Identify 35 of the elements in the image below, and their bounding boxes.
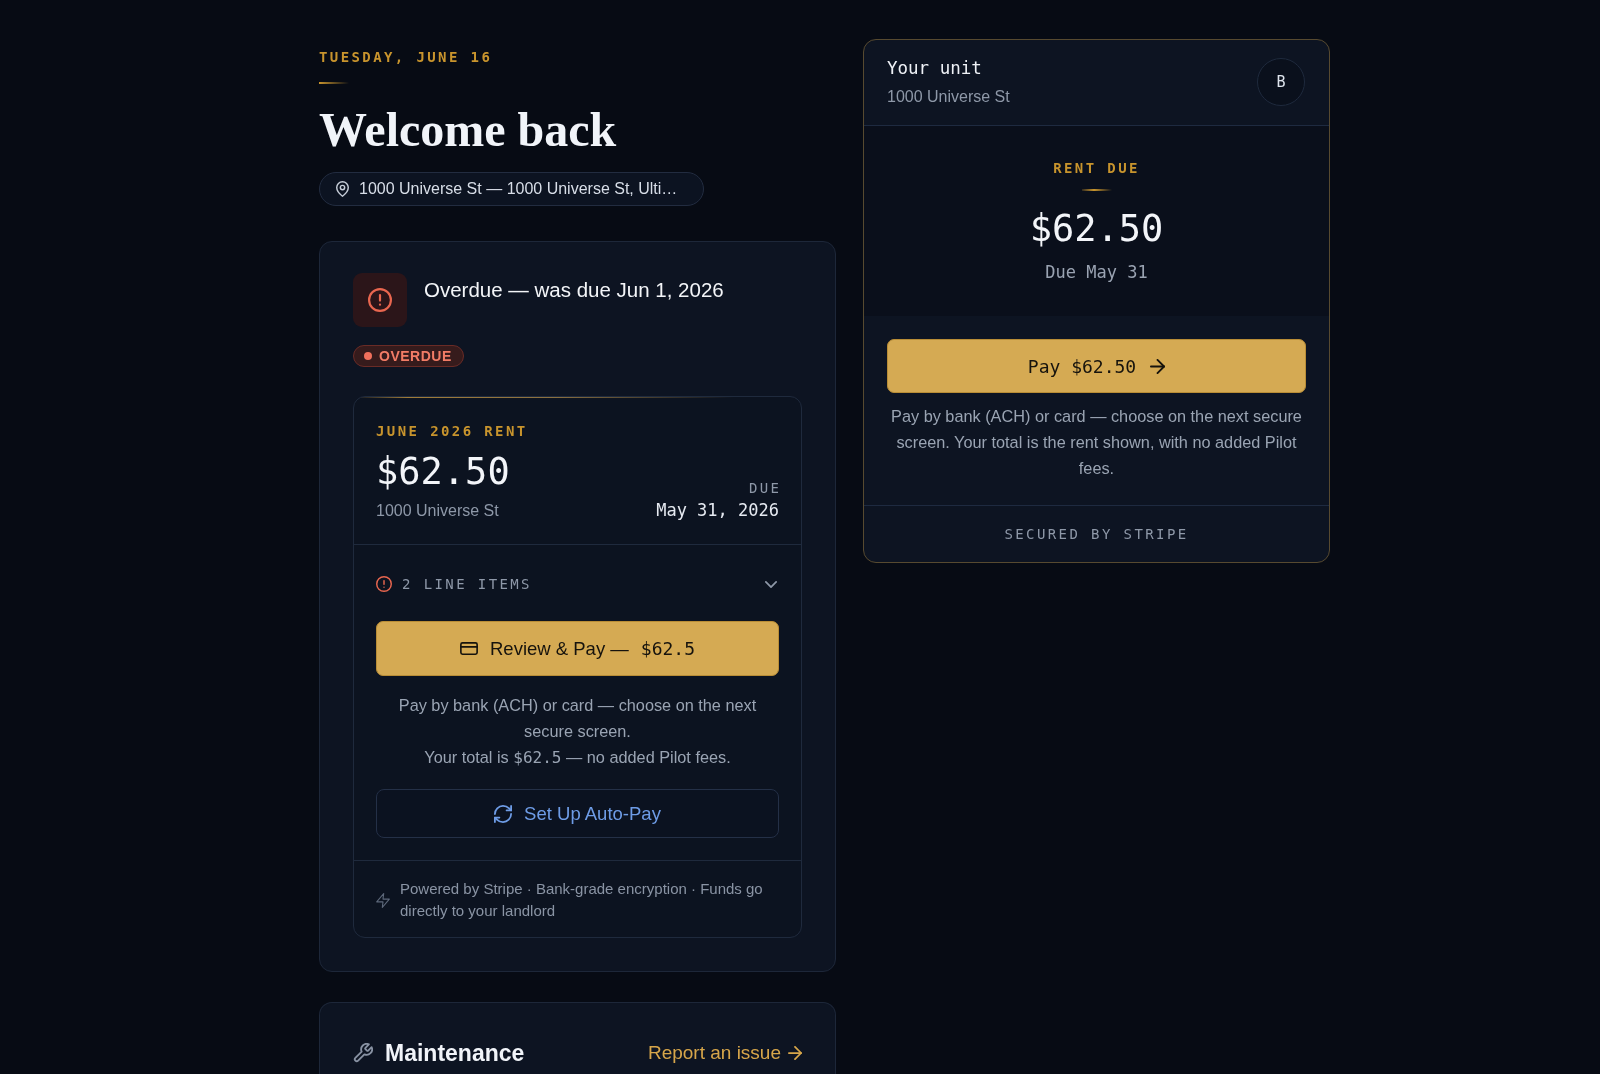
autopay-button[interactable]: Set Up Auto-Pay: [376, 789, 779, 838]
unit-title: Your unit: [887, 57, 983, 79]
payment-note: Pay by bank (ACH) or card — choose on the next secure screen. Your total is the rent shown, with no added Pilot fees.: [890, 406, 1303, 479]
section-title: Maintenance: [385, 1039, 525, 1067]
address-text: 1000 Universe St — 1000 Universe St, Ulti…: [359, 180, 678, 198]
location-pin-icon: [336, 181, 349, 197]
refresh-icon: [494, 804, 513, 823]
secured-label: SECURED BY STRIPE: [1004, 525, 1189, 543]
date-label: TUESDAY, JUNE 16: [319, 49, 493, 66]
address-text: 1000 Universe St: [376, 501, 500, 521]
arrow-right-icon: [788, 1046, 802, 1060]
due-label: DUE: [747, 479, 782, 497]
line-items-toggle[interactable]: 2 LINE ITEMS: [376, 575, 779, 593]
alert-icon: [376, 576, 392, 592]
lightning-icon: [376, 891, 390, 909]
page-title: Welcome back: [319, 102, 617, 157]
amount-text: $62.50: [376, 450, 510, 494]
wrench-icon: [353, 1043, 373, 1063]
payment-note: Pay by bank (ACH) or card — choose on the next secure screen. Your total is $62.5 — no added Pilot fees.: [397, 695, 758, 769]
rent-due-label: RENT DUE: [1053, 159, 1140, 177]
status-title: Overdue — was due Jun 1, 2026: [424, 278, 724, 302]
pay-button[interactable]: Pay $62.50: [887, 339, 1306, 393]
due-date: Due May 31: [1045, 261, 1148, 283]
due-date: May 31, 2026: [656, 499, 779, 521]
avatar[interactable]: B: [1257, 58, 1305, 106]
amount-text: $62.50: [1029, 207, 1164, 251]
status-dot-icon: [364, 352, 372, 360]
bill-label: JUNE 2026 RENT: [376, 422, 529, 440]
report-issue-link[interactable]: Report an issue: [647, 1041, 802, 1065]
alert-icon: [353, 273, 407, 327]
credit-card-icon: [460, 642, 478, 655]
review-pay-button[interactable]: Review & Pay — $62.5: [376, 621, 779, 676]
security-note: Powered by Stripe · Bank-grade encryption · Funds go directly to your landlord: [400, 879, 764, 921]
status-label: OVERDUE: [379, 348, 452, 364]
unit-address: 1000 Universe St: [887, 87, 1010, 107]
